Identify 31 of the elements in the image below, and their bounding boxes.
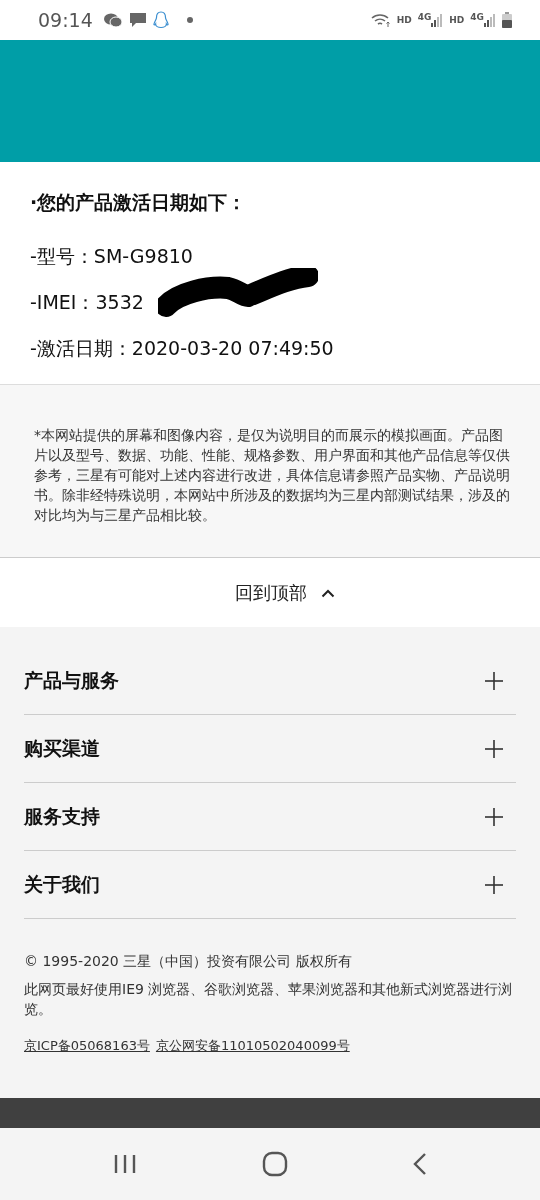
signal-icon: [484, 13, 496, 27]
license-link[interactable]: 京ICP备05068163号: [24, 1037, 150, 1055]
battery-icon: [502, 12, 512, 28]
chat-bubbles-icon: [102, 12, 123, 28]
activation-info: -型号：SM-G9810: [30, 244, 193, 269]
home-icon[interactable]: [262, 1151, 288, 1177]
clock: 09:14: [38, 9, 93, 31]
network-label: HD: [396, 15, 412, 25]
activation-heading: ·您的产品激活日期如下：: [30, 190, 248, 215]
browser-note: 此网页最好使用IE9 浏览器、谷歌浏览器、苹果浏览器和其他新式浏览器进行浏览。: [24, 980, 514, 1019]
back-to-top-link[interactable]: 回到顶部: [235, 580, 335, 605]
signal-icon: [431, 13, 444, 27]
activation-info: -激活日期：2020-03-20 07:49:50: [30, 336, 334, 361]
back-icon[interactable]: [413, 1152, 428, 1176]
recent-apps-icon[interactable]: [112, 1153, 137, 1175]
network-label: 4G: [417, 12, 432, 22]
penguin-icon: [152, 11, 169, 29]
footer-section[interactable]: 关于我们: [24, 851, 516, 919]
network-label: HD: [449, 15, 465, 25]
license-link[interactable]: 京公网安备11010502040099号: [155, 1037, 350, 1055]
activation-info: -IMEI：3532: [30, 290, 144, 315]
footer-section[interactable]: 服务支持: [24, 783, 516, 851]
chevron-up-icon: [321, 587, 335, 598]
footer-section[interactable]: 购买渠道: [24, 715, 516, 783]
footer-section[interactable]: 产品与服务: [24, 647, 516, 715]
message-icon: [128, 12, 147, 28]
disclaimer-text: *本网站提供的屏幕和图像内容，是仅为说明目的而展示的模拟画面。产品图片以及型号、数据、功能、性能、规格参数、用户界面和其他产品信息等仅供参考，三星有可能对上述内容进行改进，具体信息请参照产品实物、产品说明书。除非经特殊说明，本网站中所涉及的数据均为三星内部测试结果，涉及的对比均为与三星产品相比较。: [34, 426, 511, 525]
dot-icon: [186, 17, 193, 23]
network-label: 4G: [470, 12, 484, 22]
wifi-icon: [370, 12, 391, 28]
copyright-text: © 1995-2020 三星（中国）投资有限公司 版权所有: [24, 953, 353, 971]
